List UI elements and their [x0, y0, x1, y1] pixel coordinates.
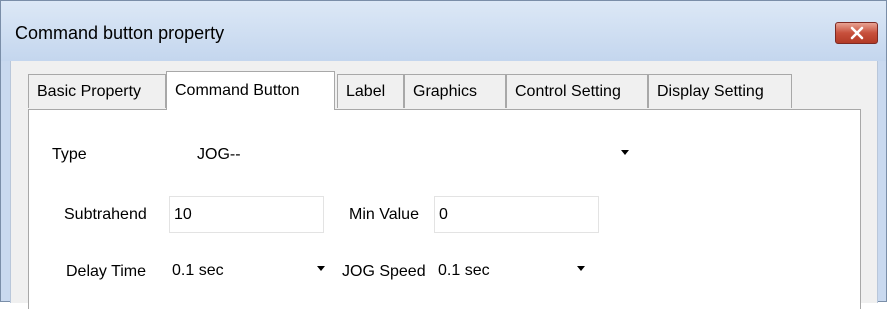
dialog-client-area: Basic Property Command Button Label Grap…	[10, 61, 878, 309]
jog-speed-value: 0.1 sec	[438, 262, 490, 279]
delay-time-select[interactable]: 0.1 sec	[168, 254, 333, 288]
delay-time-label: Delay Time	[66, 263, 147, 280]
subtrahend-input[interactable]	[169, 196, 324, 233]
subtrahend-label: Subtrahend	[64, 206, 147, 223]
title-bar[interactable]: Command button property	[1, 1, 886, 61]
tab-label: Command Button	[175, 82, 300, 99]
type-select[interactable]: JOG--	[193, 138, 637, 172]
close-icon	[850, 26, 863, 40]
tab-graphics[interactable]: Graphics	[404, 74, 506, 108]
type-select-value: JOG--	[197, 146, 241, 163]
tab-label: Control Setting	[515, 83, 621, 100]
delay-time-value: 0.1 sec	[172, 262, 224, 279]
tab-control-setting[interactable]: Control Setting	[506, 74, 648, 108]
tab-label: Display Setting	[657, 83, 764, 100]
close-button[interactable]	[835, 22, 878, 44]
min-value-input[interactable]	[434, 196, 599, 233]
tab-label: Graphics	[413, 83, 478, 100]
chevron-down-icon[interactable]	[577, 266, 585, 271]
window-title: Command button property	[15, 23, 225, 43]
tab-label-tab[interactable]: Label	[337, 74, 404, 108]
tab-command-button[interactable]: Command Button	[166, 71, 335, 110]
tab-label: Label	[346, 83, 386, 100]
tab-label: Basic Property	[37, 83, 142, 100]
chevron-down-icon[interactable]	[317, 266, 325, 271]
command-button-panel: Type JOG-- Subtrahend Min Value Delay Ti…	[28, 109, 861, 309]
jog-speed-label: JOG Speed	[342, 263, 426, 280]
min-value-label: Min Value	[349, 206, 419, 223]
chevron-down-icon[interactable]	[621, 150, 629, 155]
tab-display-setting[interactable]: Display Setting	[648, 74, 792, 108]
tab-basic-property[interactable]: Basic Property	[28, 74, 166, 108]
jog-speed-select[interactable]: 0.1 sec	[434, 254, 593, 288]
type-label: Type	[52, 146, 87, 163]
property-dialog: Command button property Basic Property C…	[0, 0, 887, 309]
